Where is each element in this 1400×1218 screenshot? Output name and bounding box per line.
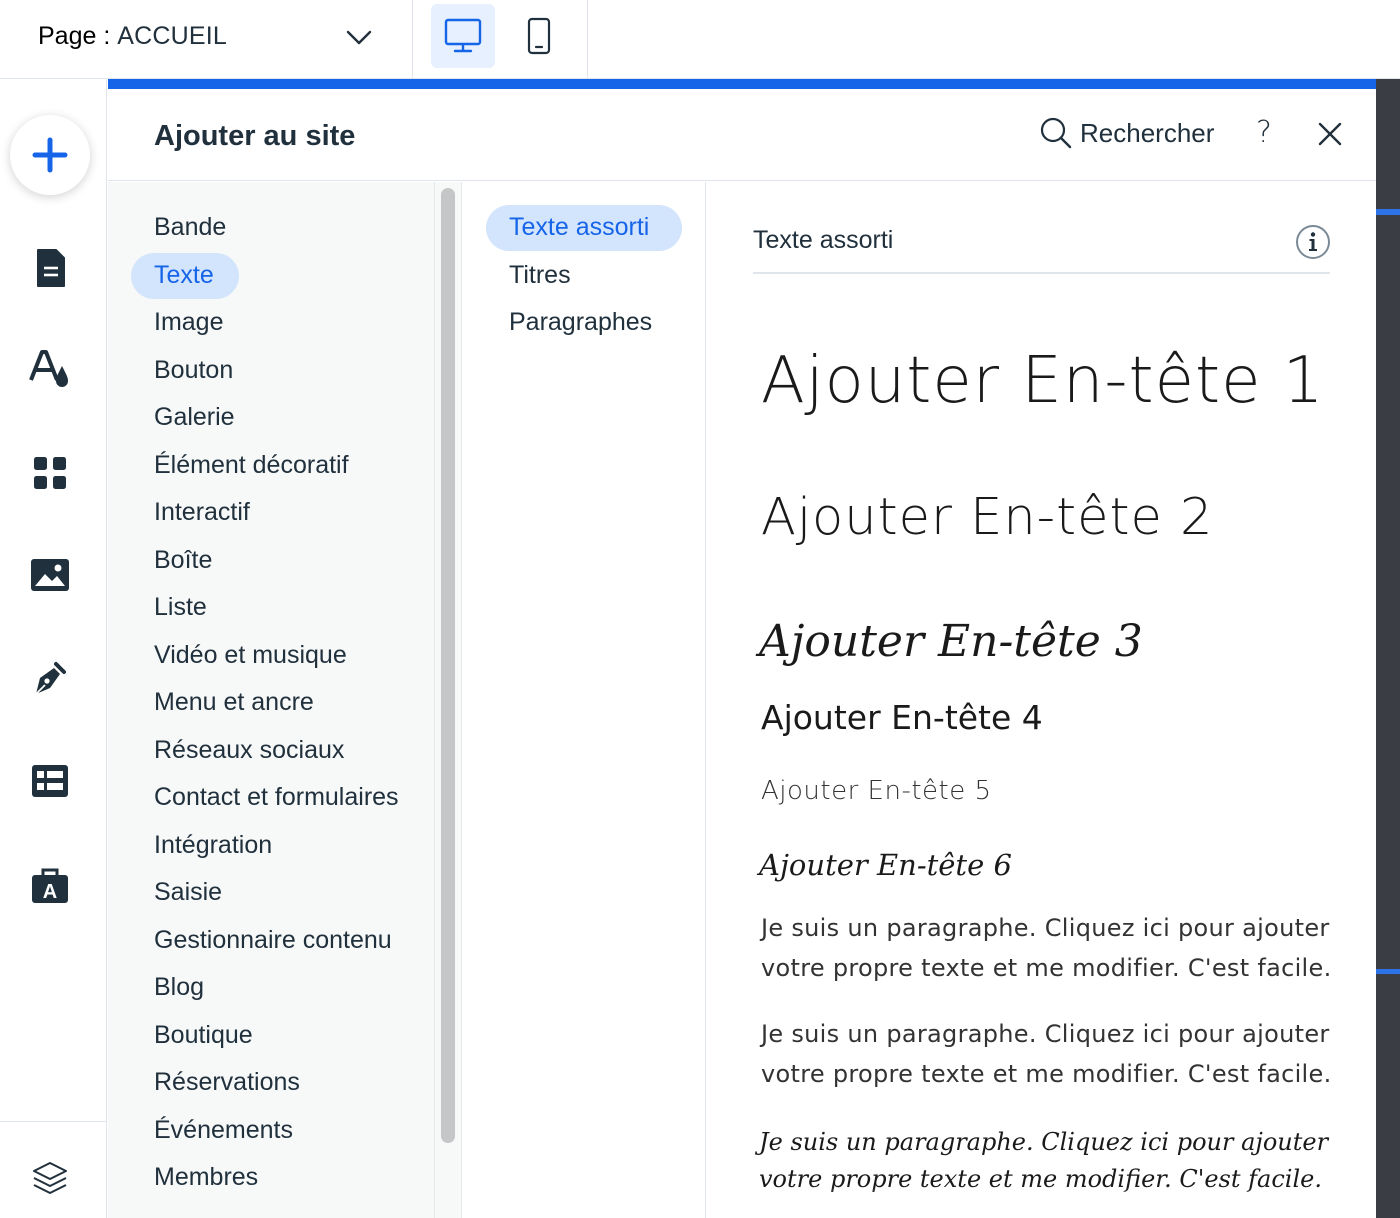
search-icon — [1040, 117, 1072, 149]
category-item[interactable]: Boutique — [154, 1021, 253, 1050]
heading-5-preset[interactable]: Ajouter En-tête 5 — [761, 776, 992, 806]
category-item[interactable]: Intégration — [154, 831, 272, 860]
canvas-background-strip — [1376, 79, 1400, 1218]
table-icon — [32, 765, 68, 797]
category-item[interactable]: Image — [154, 308, 223, 337]
section-title: Texte assorti — [753, 226, 894, 254]
category-item[interactable]: Bouton — [154, 356, 233, 385]
panel-title: Ajouter au site — [154, 120, 356, 152]
apps-icon — [34, 457, 66, 489]
pen-icon — [35, 662, 66, 695]
close-icon[interactable] — [1316, 120, 1344, 148]
scrollbar-thumb[interactable] — [441, 188, 455, 1143]
design-icon — [29, 350, 68, 387]
cms-button[interactable] — [28, 759, 72, 803]
page-selector[interactable]: Page : ACCUEIL — [0, 0, 413, 78]
help-button[interactable]: ? — [1256, 115, 1272, 150]
add-elements-button[interactable] — [10, 115, 90, 195]
page-icon — [37, 249, 65, 287]
top-bar: Page : ACCUEIL — [0, 0, 1400, 79]
canvas-accent-bar — [1376, 969, 1400, 974]
subcategory-list: Texte assorti Titres Paragraphes — [463, 182, 706, 1218]
preview-scroll-fade — [707, 1187, 1376, 1218]
category-item[interactable]: Liste — [154, 593, 207, 622]
category-item[interactable]: Vidéo et musique — [154, 641, 347, 670]
heading-4-preset[interactable]: Ajouter En-tête 4 — [761, 698, 1043, 737]
section-divider — [753, 272, 1330, 274]
design-button[interactable] — [28, 348, 72, 392]
desktop-icon — [444, 18, 482, 53]
media-icon — [31, 559, 69, 591]
category-item[interactable]: Réservations — [154, 1068, 300, 1097]
category-list: Bande Texte Image Bouton Galerie Élément… — [108, 182, 434, 1218]
info-icon[interactable] — [1295, 224, 1331, 260]
category-item[interactable]: Boîte — [154, 546, 212, 575]
canvas-accent-bar — [1376, 209, 1400, 215]
business-button[interactable]: A — [28, 863, 72, 907]
category-item[interactable]: Gestionnaire contenu — [154, 926, 392, 955]
business-icon: A — [32, 868, 68, 903]
text-preview-area: Texte assorti Ajouter En-tête 1 Ajouter … — [707, 182, 1376, 1218]
category-item[interactable]: Contact et formulaires — [154, 783, 399, 812]
panel-header: Ajouter au site Rechercher ? — [108, 89, 1376, 181]
device-switcher — [414, 0, 588, 78]
subcategory-item[interactable]: Titres — [509, 261, 571, 290]
heading-1-preset[interactable]: Ajouter En-tête 1 — [761, 344, 1325, 418]
add-panel: Ajouter au site Rechercher ? Bande Texte… — [108, 79, 1376, 1218]
category-item[interactable]: Membres — [154, 1163, 258, 1192]
heading-2-preset[interactable]: Ajouter En-tête 2 — [761, 488, 1214, 547]
search-label: Rechercher — [1080, 117, 1215, 148]
search-button[interactable]: Rechercher — [1040, 117, 1214, 149]
pages-button[interactable] — [28, 246, 72, 290]
subcategory-item[interactable]: Paragraphes — [509, 308, 652, 337]
page-selector-label: Page : ACCUEIL — [38, 22, 227, 51]
svg-text:A: A — [43, 881, 57, 903]
page-prefix: Page : — [38, 22, 111, 50]
paragraph-1-preset[interactable]: Je suis un paragraphe. Cliquez ici pour … — [761, 908, 1351, 988]
category-scrollbar[interactable] — [434, 182, 462, 1218]
draw-button[interactable] — [28, 656, 72, 700]
heading-6-preset[interactable]: Ajouter En-tête 6 — [759, 848, 1012, 882]
mobile-icon — [527, 17, 551, 55]
toolbar-divider — [0, 1121, 107, 1122]
category-item[interactable]: Bande — [154, 213, 226, 242]
media-button[interactable] — [28, 553, 72, 597]
layers-button[interactable] — [28, 1156, 72, 1200]
category-item-active[interactable]: Texte — [154, 261, 214, 290]
apps-button[interactable] — [28, 451, 72, 495]
desktop-view-button[interactable] — [431, 4, 495, 68]
page-value: ACCUEIL — [117, 22, 227, 50]
left-toolbar: A — [0, 79, 107, 1218]
category-item[interactable]: Menu et ancre — [154, 688, 314, 717]
chevron-down-icon[interactable] — [345, 26, 373, 48]
heading-3-preset[interactable]: Ajouter En-tête 3 — [759, 616, 1143, 667]
category-item[interactable]: Blog — [154, 973, 204, 1002]
paragraph-2-preset[interactable]: Je suis un paragraphe. Cliquez ici pour … — [761, 1014, 1351, 1094]
category-item[interactable]: Interactif — [154, 498, 250, 527]
category-item[interactable]: Réseaux sociaux — [154, 736, 344, 765]
category-item[interactable]: Saisie — [154, 878, 222, 907]
category-item[interactable]: Galerie — [154, 403, 235, 432]
mobile-view-button[interactable] — [507, 4, 571, 68]
layers-icon — [33, 1162, 67, 1194]
category-item[interactable]: Événements — [154, 1116, 293, 1145]
category-item[interactable]: Élément décoratif — [154, 451, 349, 480]
plus-icon — [32, 137, 68, 173]
panel-accent-bar — [108, 79, 1376, 89]
subcategory-item-active[interactable]: Texte assorti — [509, 213, 649, 242]
